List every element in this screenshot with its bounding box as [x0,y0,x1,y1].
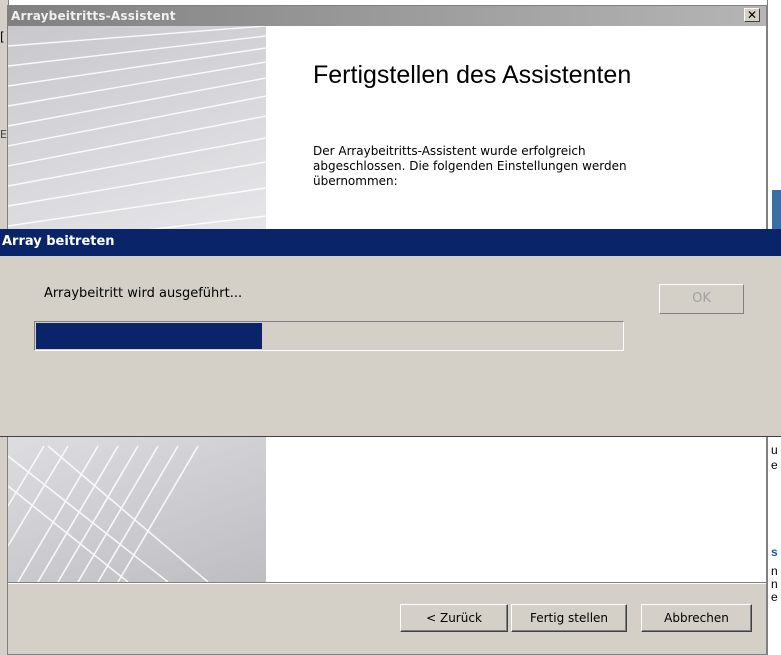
background-right-fragment: e [771,458,778,472]
background-right-highlight [772,190,781,230]
dialog-titlebar[interactable]: Array beitreten [0,229,781,256]
background-right-fragment: s [771,545,778,559]
background-right-fragment: e [771,590,778,604]
wizard-footer-separator [8,582,766,584]
join-array-dialog: Array beitreten Arraybeitritt wird ausge… [0,229,781,437]
finish-button[interactable]: Fertig stellen [511,604,627,632]
close-button[interactable]: ✕ [744,8,760,22]
wizard-description: Der Arraybeitritts-Assistent wurde erfol… [313,144,627,188]
progress-bar-fill [36,323,262,349]
wizard-title: Arraybeitritts-Assistent [11,9,176,23]
background-left-fragment: E [0,128,7,141]
close-icon: ✕ [746,8,758,22]
dialog-title: Array beitreten [2,234,115,249]
progress-bar [34,321,624,351]
dialog-status-message: Arraybeitritt wird ausgeführt... [44,286,243,301]
background-right-fragment: u [771,443,778,457]
background-left-fragment: [ [0,30,5,44]
ok-button[interactable]: OK [659,284,744,314]
back-button[interactable]: < Zurück [400,604,508,632]
wizard-titlebar[interactable]: Arraybeitritts-Assistent ✕ [8,6,766,26]
wizard-heading: Fertigstellen des Assistenten [313,61,632,89]
cancel-button[interactable]: Abbrechen [641,604,752,632]
